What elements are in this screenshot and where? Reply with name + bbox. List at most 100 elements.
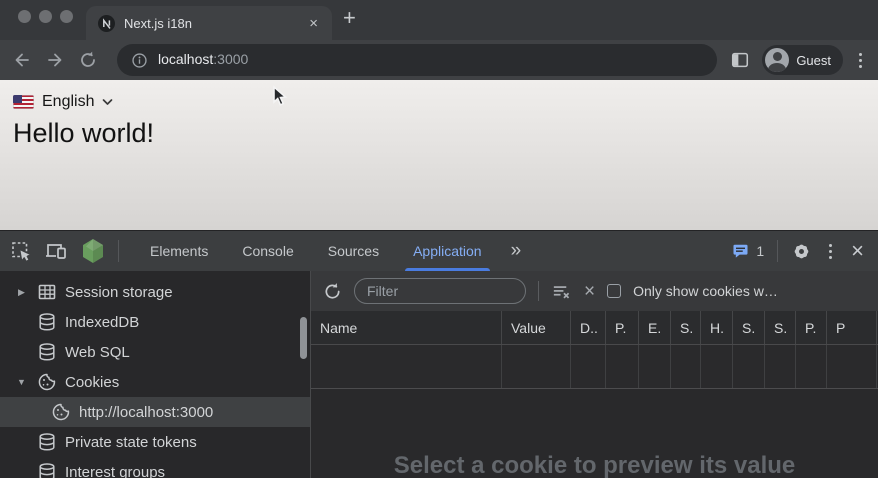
close-window-button[interactable]: [18, 10, 31, 23]
clear-filter-icon[interactable]: [551, 281, 572, 301]
sidebar-item-cookies[interactable]: ▼ Cookies: [0, 367, 310, 397]
mouse-cursor: [271, 85, 290, 109]
new-tab-button[interactable]: +: [343, 5, 356, 31]
profile-button[interactable]: Guest: [762, 45, 843, 75]
browser-tab[interactable]: Next.js i18n ×: [86, 6, 332, 40]
toolbar-divider: [118, 240, 119, 262]
column-header-9[interactable]: P.: [796, 311, 827, 344]
devtools-tabs: ElementsConsoleSourcesApplication: [133, 231, 499, 271]
inspect-element-icon[interactable]: [10, 240, 32, 262]
language-selector[interactable]: English: [13, 93, 113, 111]
column-header-0[interactable]: Name: [311, 311, 502, 344]
empty-cell: [765, 345, 796, 388]
empty-cell: [733, 345, 765, 388]
devtools-menu-icon[interactable]: [825, 242, 836, 261]
sidebar-tree: ▶Session storage IndexedDB Web SQL ▼ Cookies…: [0, 277, 310, 478]
column-header-2[interactable]: D..: [571, 311, 606, 344]
delete-cookies-icon[interactable]: ×: [584, 282, 595, 301]
url-port: :3000: [213, 51, 248, 67]
browser-menu-icon[interactable]: [855, 51, 866, 70]
nextjs-favicon-icon: [98, 15, 115, 32]
back-icon[interactable]: [12, 50, 32, 70]
empty-cell: [827, 345, 877, 388]
column-header-7[interactable]: S.: [733, 311, 765, 344]
reload-icon[interactable]: [78, 50, 98, 70]
empty-cell: [639, 345, 671, 388]
devtools-tab-sources[interactable]: Sources: [311, 231, 396, 271]
cookie-table-empty-row[interactable]: [311, 345, 878, 389]
empty-cell: [796, 345, 827, 388]
database-icon: [37, 432, 57, 452]
column-header-6[interactable]: H.: [701, 311, 733, 344]
maximize-window-button[interactable]: [60, 10, 73, 23]
sidebar-item-label: Cookies: [65, 374, 119, 391]
chevron-down-icon: [102, 98, 113, 106]
sidebar-item-label: http://localhost:3000: [79, 404, 213, 421]
minimize-window-button[interactable]: [39, 10, 52, 23]
sidebar-item-interest-groups[interactable]: Interest groups: [0, 457, 310, 478]
empty-cell: [311, 345, 502, 388]
site-info-icon[interactable]: [131, 52, 148, 69]
sidebar-item-indexeddb[interactable]: IndexedDB: [0, 307, 310, 337]
column-header-3[interactable]: P.: [606, 311, 639, 344]
page-content: English Hello world!: [0, 80, 878, 230]
devtools-right-cluster: 1 ×: [731, 240, 866, 262]
cookie-preview-pane: Select a cookie to preview its value: [311, 389, 878, 478]
only-show-cookies-checkbox[interactable]: [607, 284, 621, 298]
cookies-panel: × Only show cookies w… NameValueD..P.E.S…: [311, 271, 878, 478]
column-header-8[interactable]: S.: [765, 311, 796, 344]
tree-collapsed-icon[interactable]: ▶: [14, 287, 29, 298]
devtools-tab-elements[interactable]: Elements: [133, 231, 225, 271]
url-host: localhost: [158, 51, 213, 67]
toolbar-divider: [777, 240, 778, 262]
devtools-tab-application[interactable]: Application: [396, 231, 499, 271]
refresh-icon[interactable]: [323, 282, 342, 301]
devtools-body: ▶Session storage IndexedDB Web SQL ▼ Cookies…: [0, 271, 878, 478]
column-header-10[interactable]: P: [827, 311, 877, 344]
side-panel-icon[interactable]: [730, 50, 750, 70]
cookie-icon: [37, 372, 57, 392]
window-controls: [18, 10, 73, 23]
page-heading: Hello world!: [13, 118, 878, 149]
empty-cell: [502, 345, 571, 388]
toolbar-right-cluster: Guest: [730, 45, 866, 75]
column-header-4[interactable]: E.: [639, 311, 671, 344]
url-text: localhost:3000: [158, 51, 248, 69]
sidebar-item-private-state-tokens[interactable]: Private state tokens: [0, 427, 310, 457]
sidebar-item-label: Web SQL: [65, 344, 130, 361]
close-devtools-icon[interactable]: ×: [849, 240, 866, 262]
address-bar[interactable]: localhost:3000: [117, 44, 717, 76]
only-show-cookies-label[interactable]: Only show cookies w…: [633, 283, 866, 299]
cookie-preview-message: Select a cookie to preview its value: [311, 452, 878, 478]
devtools: ElementsConsoleSourcesApplication » 1: [0, 230, 878, 478]
device-toolbar-icon[interactable]: [44, 240, 68, 262]
sidebar-item-session-storage[interactable]: ▶Session storage: [0, 277, 310, 307]
close-tab-icon[interactable]: ×: [307, 15, 320, 32]
language-label: English: [42, 93, 94, 111]
more-tabs-icon[interactable]: »: [499, 240, 535, 262]
sidebar-item-label: Private state tokens: [65, 434, 197, 451]
database-icon: [37, 342, 57, 362]
devtools-tab-console[interactable]: Console: [225, 231, 310, 271]
cookie-table-header: NameValueD..P.E.S.H.S.S.P.P: [311, 311, 878, 345]
sidebar-item-label: Interest groups: [65, 464, 165, 478]
cookie-icon: [51, 402, 71, 422]
sidebar-item-http-localhost-3000[interactable]: http://localhost:3000: [0, 397, 310, 427]
node-devtools-icon[interactable]: [80, 237, 106, 265]
settings-gear-icon[interactable]: [791, 241, 812, 262]
sidebar-item-web-sql[interactable]: Web SQL: [0, 337, 310, 367]
forward-icon[interactable]: [45, 50, 65, 70]
navigation-toolbar: localhost:3000 Guest: [0, 40, 878, 80]
table-icon: [37, 282, 57, 302]
issues-bubble-icon: [731, 242, 750, 260]
filter-input[interactable]: [354, 278, 526, 304]
sidebar-item-label: IndexedDB: [65, 314, 139, 331]
tree-expanded-icon[interactable]: ▼: [14, 377, 29, 387]
sidebar-scrollbar[interactable]: [300, 317, 307, 359]
empty-cell: [571, 345, 606, 388]
column-header-5[interactable]: S.: [671, 311, 701, 344]
column-header-1[interactable]: Value: [502, 311, 571, 344]
issues-counter[interactable]: 1: [731, 242, 764, 260]
database-icon: [37, 312, 57, 332]
profile-label: Guest: [796, 53, 831, 68]
